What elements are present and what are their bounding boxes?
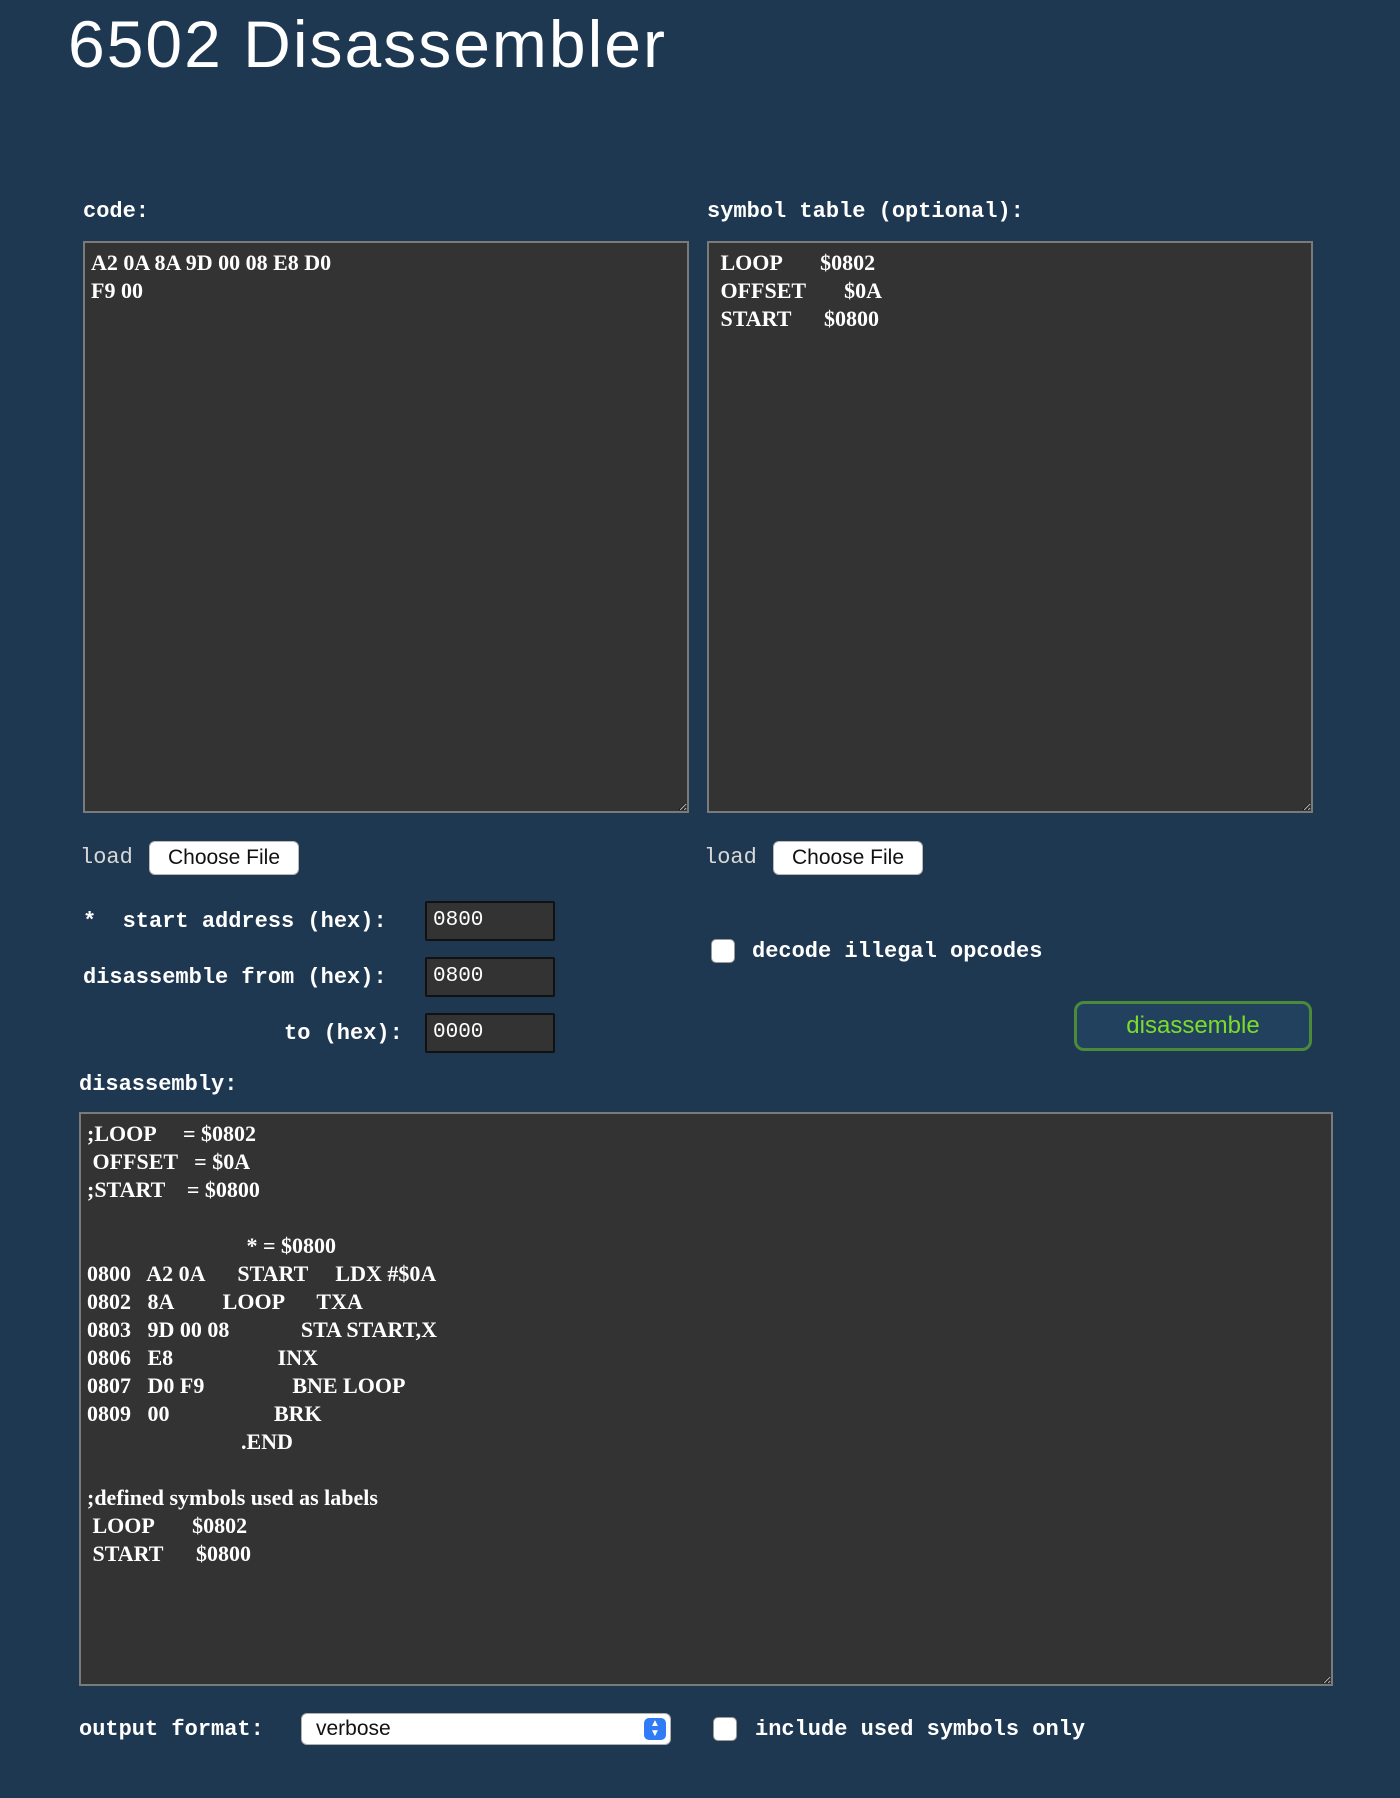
start-address-input[interactable]: 0800 [425, 901, 555, 941]
page-title: 6502 Disassembler [68, 7, 667, 81]
select-arrows-icon: ▲ ▼ [644, 1718, 666, 1740]
symbol-choose-file-button[interactable]: Choose File [773, 841, 923, 875]
decode-illegal-label: decode illegal opcodes [752, 939, 1043, 964]
used-symbols-only-checkbox[interactable] [713, 1717, 737, 1741]
code-label: code: [83, 199, 150, 224]
disassemble-from-input[interactable]: 0800 [425, 957, 555, 997]
disassemble-to-label: to (hex): [284, 1021, 403, 1046]
symbol-table-textarea[interactable] [707, 241, 1313, 813]
start-address-label: * start address (hex): [83, 909, 387, 934]
decode-illegal-checkbox[interactable] [711, 939, 735, 963]
disassemble-from-label: disassemble from (hex): [83, 965, 387, 990]
output-format-select[interactable]: verbose ▲ ▼ [301, 1713, 671, 1745]
code-textarea[interactable] [83, 241, 689, 813]
code-choose-file-button[interactable]: Choose File [149, 841, 299, 875]
disassembly-label: disassembly: [79, 1072, 238, 1097]
code-load-label: load [80, 845, 133, 870]
disassemble-button[interactable]: disassemble [1074, 1001, 1312, 1051]
disassemble-to-input[interactable]: 0000 [425, 1013, 555, 1053]
used-symbols-only-label: include used symbols only [755, 1717, 1086, 1742]
symbol-table-label: symbol table (optional): [707, 199, 1024, 224]
output-format-label: output format: [79, 1717, 264, 1742]
output-format-value: verbose [316, 1717, 391, 1740]
symbol-load-label: load [704, 845, 757, 870]
disassembly-textarea[interactable] [79, 1112, 1333, 1686]
